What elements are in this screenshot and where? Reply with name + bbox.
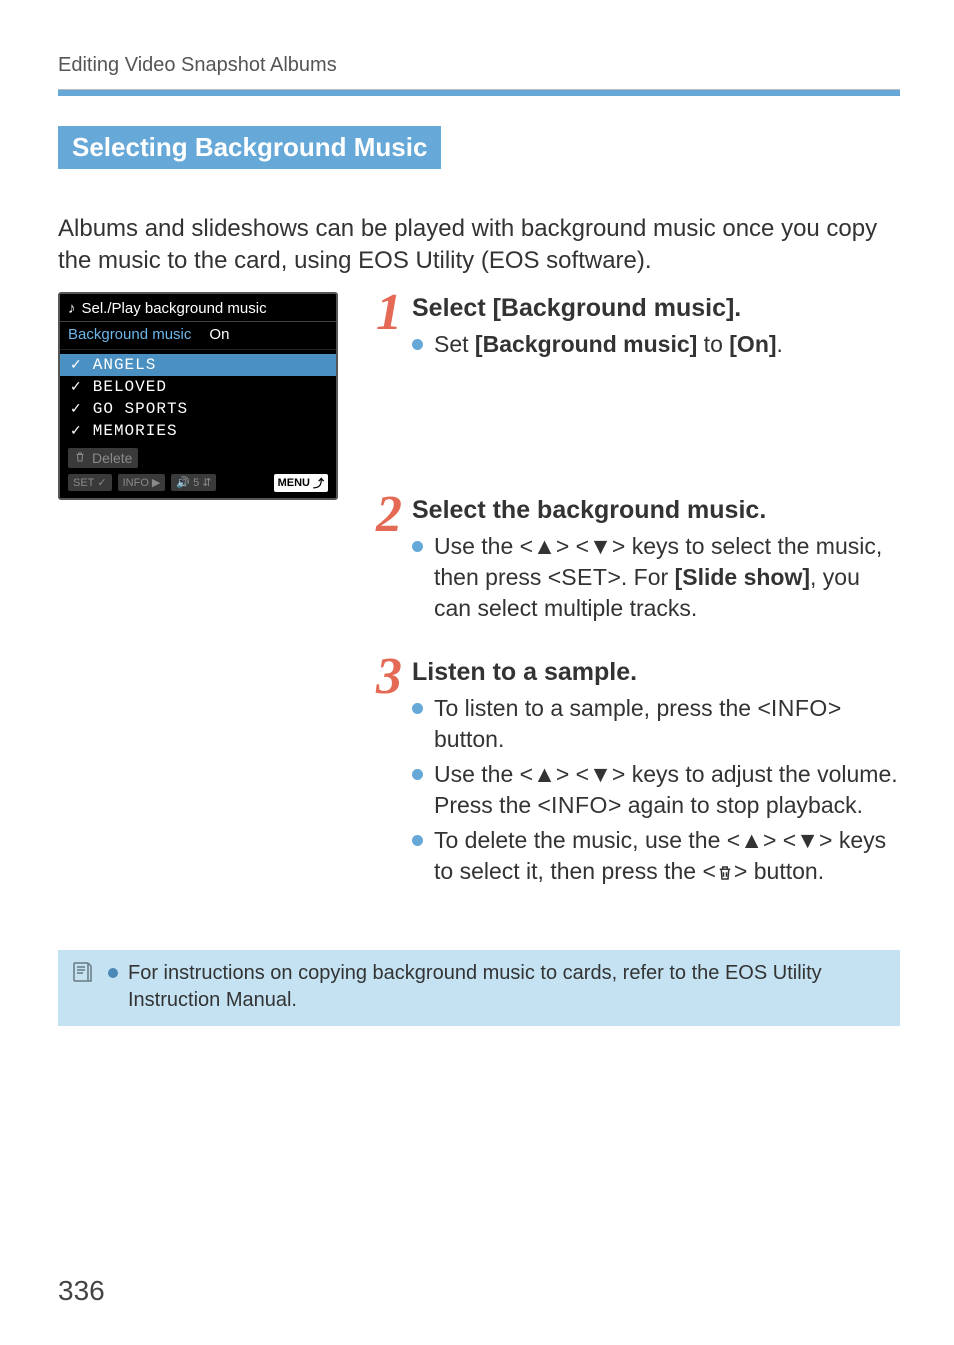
step-3: 3 Listen to a sample. To listen to a sam…: [362, 656, 900, 894]
text: To listen to a sample, press the <: [434, 695, 771, 721]
text: > <: [763, 827, 796, 853]
text: > again to stop playback.: [608, 792, 863, 818]
cam-foot-menu: MENU ⤴: [274, 474, 328, 492]
cam-foot-vol: 🔊 5 ⇵: [171, 474, 216, 491]
step-number-1: 1: [362, 292, 402, 364]
check-icon: ✓: [70, 378, 83, 395]
step-3-bullet-2: Use the <▲> <▼> keys to adjust the volum…: [412, 759, 900, 821]
camera-menu-screenshot: ♪ Sel./Play background music Background …: [58, 292, 338, 500]
cam-track-label: GO SPORTS: [93, 400, 188, 418]
intro-paragraph: Albums and slideshows can be played with…: [58, 213, 900, 278]
divider-blue: [58, 90, 900, 96]
running-head: Editing Video Snapshot Albums: [58, 54, 900, 77]
set-label: SET: [561, 564, 607, 590]
cam-track-label: BELOVED: [93, 378, 167, 396]
list-item: ✓ MEMORIES: [60, 420, 336, 442]
note-box: For instructions on copying background m…: [58, 950, 900, 1026]
step-3-bullet-3: To delete the music, use the <▲> <▼> key…: [412, 825, 900, 890]
updown-icon: ⇵: [202, 476, 211, 489]
list-item: ✓ ANGELS: [60, 354, 336, 376]
step-2: 2 Select the background music. Use the <…: [362, 494, 900, 628]
text: Use the <: [434, 533, 533, 559]
text: Use the <: [434, 761, 533, 787]
trash-icon: [74, 450, 86, 466]
step-3-heading: Listen to a sample.: [412, 658, 900, 687]
step-1: 1 Select [Background music]. Set [Backgr…: [362, 292, 900, 364]
note-body: For instructions on copying background m…: [108, 960, 884, 1014]
text: to: [697, 331, 729, 357]
return-icon: ⤴: [313, 475, 324, 491]
text: > <: [556, 533, 589, 559]
note-text: For instructions on copying background m…: [108, 960, 884, 1014]
check-icon: ✓: [70, 356, 83, 373]
cam-delete-row: Delete: [68, 448, 138, 468]
check-icon: ✓: [97, 476, 106, 489]
text-bold: [On]: [729, 331, 776, 357]
step-1-bullet-1: Set [Background music] to [On].: [412, 329, 900, 360]
play-icon: ▶: [152, 476, 160, 489]
note-icon: [70, 960, 94, 984]
info-label: INFO: [771, 695, 828, 721]
cam-option-label: Background music: [68, 326, 191, 343]
down-triangle-icon: ▼: [589, 761, 612, 787]
page-number: 336: [58, 1275, 105, 1307]
section-title: Selecting Background Music: [58, 126, 441, 169]
text-bold: [Background music]: [475, 331, 697, 357]
text: >. For: [607, 564, 674, 590]
info-label: INFO: [551, 792, 608, 818]
down-triangle-icon: ▼: [796, 827, 819, 853]
cam-foot-info: INFO ▶: [118, 474, 166, 491]
cam-title: ♪ Sel./Play background music: [60, 294, 336, 322]
cam-title-text: Sel./Play background music: [82, 300, 267, 317]
up-triangle-icon: ▲: [533, 761, 556, 787]
cam-track-label: ANGELS: [93, 356, 157, 374]
down-triangle-icon: ▼: [589, 533, 612, 559]
text: To delete the music, use the <: [434, 827, 740, 853]
step-1-heading: Select [Background music].: [412, 294, 900, 323]
up-triangle-icon: ▲: [740, 827, 763, 853]
step-3-bullet-1: To listen to a sample, press the <INFO> …: [412, 693, 900, 755]
cam-track-list: ✓ ANGELS ✓ BELOVED ✓ GO SPORTS ✓ MEMORIE…: [60, 350, 336, 442]
list-item: ✓ GO SPORTS: [60, 398, 336, 420]
check-icon: ✓: [70, 400, 83, 417]
step-2-bullet-1: Use the <▲> <▼> keys to select the music…: [412, 531, 900, 624]
music-note-icon: ♪: [68, 300, 76, 317]
trash-icon: [716, 859, 734, 890]
check-icon: ✓: [70, 422, 83, 439]
cam-foot-set: SET ✓: [68, 474, 112, 491]
speaker-icon: 🔊: [176, 476, 190, 489]
text: .: [777, 331, 783, 357]
step-2-heading: Select the background music.: [412, 496, 900, 525]
cam-footer: SET ✓ INFO ▶ 🔊 5 ⇵ MENU ⤴: [60, 470, 336, 498]
cam-foot-menu-label: MENU: [278, 477, 310, 489]
step-number-2: 2: [362, 494, 402, 628]
up-triangle-icon: ▲: [533, 533, 556, 559]
text: > <: [556, 761, 589, 787]
cam-delete-label: Delete: [92, 450, 132, 466]
cam-option-row: Background music On: [60, 322, 336, 350]
cam-option-value: On: [209, 326, 229, 343]
text: Set: [434, 331, 475, 357]
list-item: ✓ BELOVED: [60, 376, 336, 398]
step-number-3: 3: [362, 656, 402, 894]
cam-foot-info-label: INFO: [123, 477, 149, 489]
cam-track-label: MEMORIES: [93, 422, 178, 440]
text: > button.: [734, 858, 824, 884]
cam-foot-set-label: SET: [73, 477, 94, 489]
text-bold: [Slide show]: [675, 564, 810, 590]
cam-foot-vol-value: 5: [193, 477, 199, 489]
